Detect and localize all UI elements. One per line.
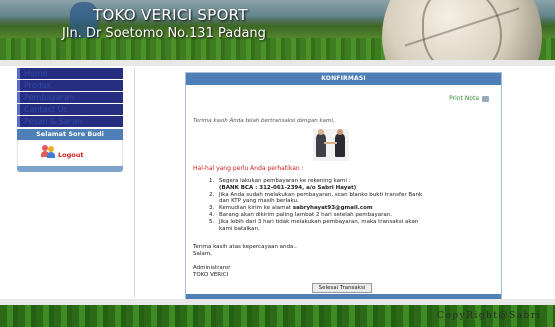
- sidebar-item-home[interactable]: Home: [17, 68, 123, 79]
- notice-title: Hal-hal yang perlu Anda perhatikan :: [193, 165, 304, 172]
- soccer-ball-image: [382, 0, 542, 60]
- header-banner: TOKO VERICI SPORT Jln. Dr Soetomo No.131…: [0, 0, 555, 60]
- copyright-text: CopyRight@Sabri: [437, 311, 541, 321]
- finish-transaction-button[interactable]: Selesai Transaksi: [312, 283, 372, 293]
- print-nota-label: Print Nota: [449, 95, 479, 102]
- sidebar-item-contact-us[interactable]: Contact Us: [17, 104, 123, 115]
- printer-icon: [482, 95, 489, 102]
- footer-banner: CopyRight@Sabri: [0, 305, 555, 327]
- bank-account: (BANK BCA : 312-061-2394, a/o Sabri Haya…: [219, 184, 357, 191]
- users-icon: [41, 144, 55, 158]
- instruction-item: 4. Barang akan dikirim paling lambat 2 h…: [209, 211, 393, 218]
- logout-link[interactable]: Logout: [58, 151, 83, 159]
- store-name: TOKO VERICI SPORT: [93, 6, 248, 24]
- sidebar-nav: Home Produk Pembayaran Contact Us Pesan …: [17, 68, 123, 172]
- sidebar-item-pesan-saran[interactable]: Pesan & Saran: [17, 116, 123, 127]
- handshake-image: [313, 129, 349, 161]
- top-divider: [0, 60, 555, 66]
- instruction-item: 2. Jika Anda sudah melakukan pembayaran,…: [209, 191, 423, 205]
- signature-block: Administraror TOKO VERICI: [193, 265, 231, 278]
- confirmation-panel: KONFIRMASI Print Nota Terima kasih Anda …: [185, 72, 502, 302]
- sidebar-item-produk[interactable]: Produk: [17, 80, 123, 91]
- page: TOKO VERICI SPORT Jln. Dr Soetomo No.131…: [0, 0, 555, 327]
- ball-seam: [422, 0, 502, 60]
- instruction-item: 1. Segera lakukan pembayaran ke rekening…: [209, 178, 357, 191]
- instruction-item: 5. Jika lebih dari 3 hari tidak melakuka…: [209, 218, 419, 232]
- print-nota-link[interactable]: Print Nota: [449, 95, 489, 102]
- greeting-header: Selamat Sore Budi: [17, 129, 123, 140]
- instruction-item: 3. Kemudian kirim ke alamat sabryhayat93…: [209, 205, 373, 212]
- store-address: Jln. Dr Soetomo No.131 Padang: [62, 26, 266, 41]
- sidebar-item-pembayaran[interactable]: Pembayaran: [17, 92, 123, 103]
- thanks-text: Terima kasih Anda telah bertransaksi den…: [193, 118, 335, 124]
- user-box: Logout: [17, 140, 123, 166]
- column-divider: [134, 68, 135, 298]
- instruction-list: 1. Segera lakukan pembayaran ke rekening…: [209, 178, 494, 232]
- panel-title: KONFIRMASI: [186, 73, 501, 85]
- sidebar-footer-bar: [17, 166, 123, 172]
- contact-email: sabryhayat93@gmail.com: [292, 205, 373, 212]
- closing-text: Terima kasih atas kepercayaan anda.. Sal…: [193, 244, 297, 257]
